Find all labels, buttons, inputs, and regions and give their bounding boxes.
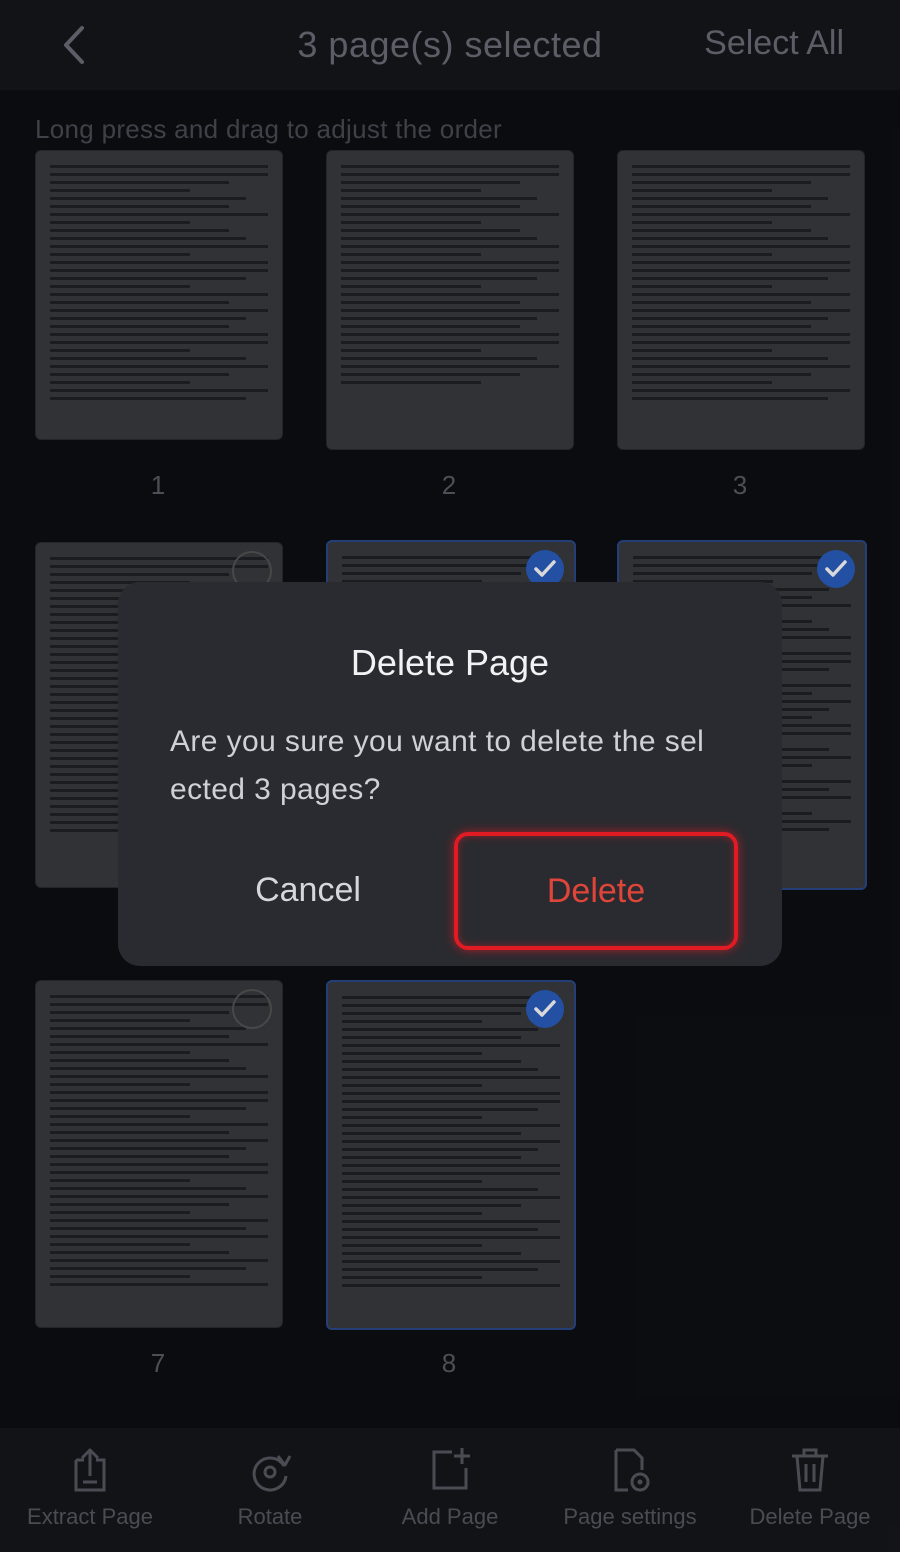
delete-page-dialog: Delete Page Are you sure you want to del… [118, 582, 782, 966]
dialog-title: Delete Page [350, 642, 550, 683]
cancel-button[interactable]: Cancel [218, 850, 398, 930]
delete-button[interactable]: Delete [454, 832, 738, 950]
dialog-message: Are you sure you want to delete the sel … [170, 725, 705, 806]
